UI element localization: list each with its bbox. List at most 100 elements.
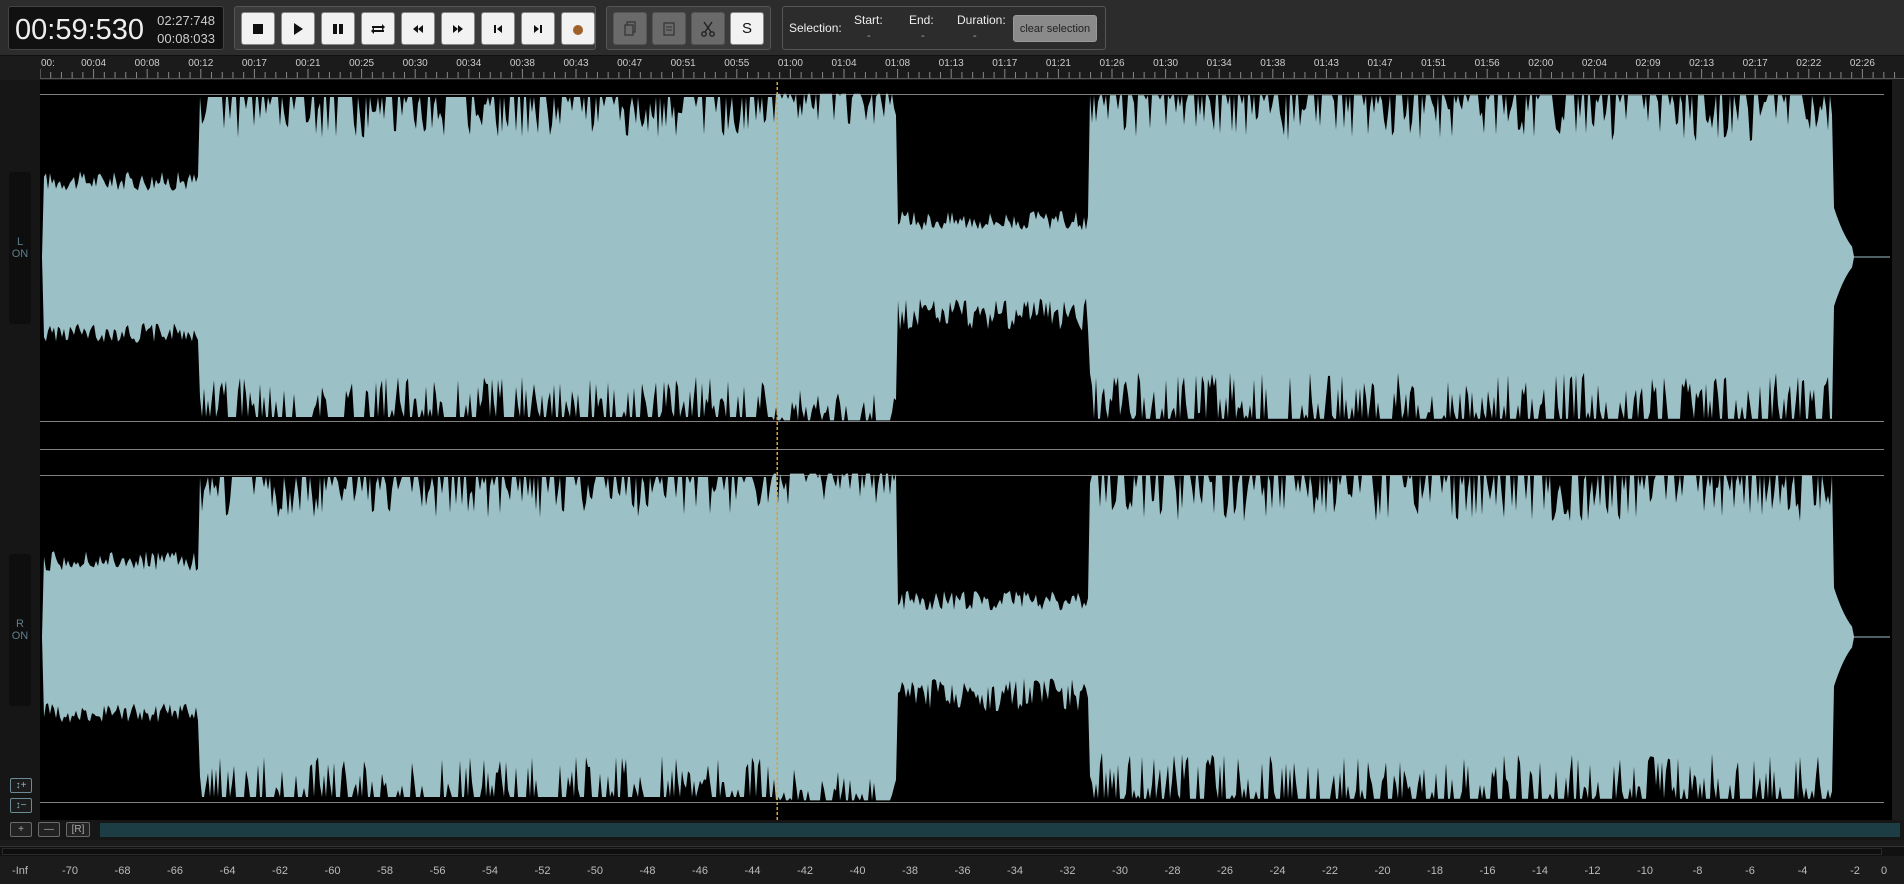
db-scale-svg: -Inf -70 -68 -66 -64 -62 -60 -58 -56 -54 -52 -50 -48… [12,865,1887,877]
loop-button[interactable] [361,12,395,45]
ruler-label: 01:13 [939,58,964,69]
start-value: - [867,30,871,42]
db-label: -58 [377,865,393,877]
db-label: -50 [587,865,603,877]
skip-to-start-button[interactable] [481,12,515,45]
channel-left-toggle[interactable]: L ON [9,172,31,324]
toolbar: 00:59:530 02:27:748 00:08:033 S Selectio… [0,0,1904,56]
paste-icon [663,21,675,36]
ruler-label: 00:51 [671,58,696,69]
record-icon [573,24,583,35]
ruler-label: 01:26 [1099,58,1124,69]
scrollbar-thumb[interactable] [2,848,1882,855]
channel-left-state: ON [11,248,29,260]
waveform-view[interactable] [40,80,1892,820]
ruler-label: 01:43 [1314,58,1339,69]
waveform-svg [40,80,1890,820]
add-track-button[interactable]: + [10,822,32,837]
copy-icon [624,20,636,36]
fast-forward-button[interactable] [441,12,475,45]
ruler-label: 00:38 [510,58,535,69]
ruler-label: 00:30 [403,58,428,69]
skip-start-icon [494,24,502,33]
db-label: -2 [1850,865,1860,877]
db-label: -40 [850,865,866,877]
db-label: -64 [220,865,236,877]
loop-icon [371,23,385,34]
ruler-label: 00:08 [135,58,160,69]
ruler-label: 00:21 [295,58,320,69]
db-label: -70 [62,865,78,877]
rewind-icon [413,24,423,33]
end-label: End: [909,13,934,27]
db-label: -12 [1585,865,1601,877]
play-icon [294,22,303,35]
db-label: -22 [1322,865,1338,877]
ruler-label: 01:51 [1421,58,1446,69]
paste-button[interactable] [652,12,686,45]
duration-value: - [973,30,977,42]
ruler-label: 01:17 [992,58,1017,69]
ruler-label: 02:04 [1582,58,1607,69]
selection-label: Selection: [789,21,842,35]
db-label: -8 [1693,865,1703,877]
channel-strip: L ON R ON ↕+ ↕− [0,80,40,840]
ruler-label: 00:04 [81,58,106,69]
rewind-button[interactable] [401,12,435,45]
skip-to-end-button[interactable] [521,12,555,45]
channel-right-toggle[interactable]: R ON [9,554,31,706]
pause-button[interactable] [321,12,355,45]
db-label: -46 [692,865,708,877]
overview-bar[interactable] [100,823,1900,837]
remove-track-button[interactable]: — [38,822,60,837]
edit-controls: S [606,6,771,50]
horizontal-scrollbar[interactable] [0,846,1904,856]
ruler-label: 01:30 [1153,58,1178,69]
ruler-label: 02:26 [1850,58,1875,69]
ruler-label: 00:17 [242,58,267,69]
stop-button[interactable] [241,12,275,45]
cut-button[interactable] [691,12,725,45]
fast-forward-icon [453,24,463,33]
db-label: -60 [325,865,341,877]
ruler-label: 02:17 [1743,58,1768,69]
db-label: -10 [1637,865,1653,877]
record-track-button[interactable]: [R] [66,822,90,837]
db-label: -28 [1165,865,1181,877]
ruler-label: 01:47 [1367,58,1392,69]
ruler-label: 00:43 [563,58,588,69]
waveform-channel-right [42,473,1890,801]
ruler-label: 01:56 [1475,58,1500,69]
ruler-label: 02:22 [1796,58,1821,69]
db-label: -54 [482,865,498,877]
db-label: -56 [430,865,446,877]
vertical-zoom-in-button[interactable]: ↕+ [10,778,32,793]
skip-end-icon [534,24,542,33]
selection-panel: Selection: Start: - End: - Duration: - c… [782,6,1106,50]
db-label: -44 [745,865,761,877]
db-label: 0 [1881,865,1887,877]
total-duration: 02:27:748 [157,13,215,28]
db-label: -18 [1427,865,1443,877]
end-value: - [921,30,925,42]
timeline-ruler[interactable]: 00: 00:04 00:08 00:12 00:17 00:21 00:25 00:30 00… [40,56,1904,80]
clear-selection-button[interactable]: clear selection [1013,15,1097,42]
pause-icon [333,23,343,34]
duration-label: Duration: [957,13,1006,27]
db-label: -6 [1745,865,1755,877]
play-button[interactable] [281,12,315,45]
record-button[interactable] [561,12,595,45]
current-time: 00:59:530 [15,14,145,46]
db-label: -48 [640,865,656,877]
silence-button[interactable]: S [730,12,764,45]
ruler-label: 01:21 [1046,58,1071,69]
ruler-label: 02:13 [1689,58,1714,69]
channel-right-letter: R [16,618,24,630]
channel-left-letter: L [16,236,24,248]
copy-button[interactable] [613,12,647,45]
db-label: -36 [955,865,971,877]
vertical-zoom-out-button[interactable]: ↕− [10,798,32,813]
track-controls: + — [R] [0,820,1904,840]
start-label: Start: [854,13,883,27]
db-label: -16 [1480,865,1496,877]
